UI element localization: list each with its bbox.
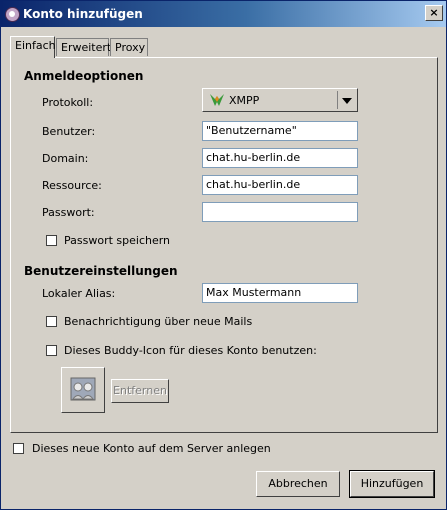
protocol-value: XMPP	[229, 94, 260, 107]
resource-label: Ressource:	[42, 179, 102, 192]
alias-label: Lokaler Alias:	[42, 287, 116, 300]
save-password-checkbox[interactable]	[46, 235, 57, 246]
close-button[interactable]: ×	[425, 5, 443, 21]
xmpp-icon	[210, 94, 224, 106]
buddy-icon-label: Dieses Buddy-Icon für dieses Konto benut…	[64, 344, 317, 357]
window-title: Konto hinzufügen	[23, 7, 143, 21]
title-bar: Konto hinzufügen ×	[1, 1, 446, 27]
register-account-label: Dieses neue Konto auf dem Server anlegen	[32, 442, 271, 455]
remove-icon-button[interactable]: Entfernen	[111, 379, 169, 403]
tab-einfach[interactable]: Einfach	[10, 36, 56, 58]
user-label: Benutzer:	[42, 125, 96, 138]
save-password-label: Passwort speichern	[64, 234, 171, 247]
login-options-heading: Anmeldeoptionen	[24, 69, 144, 83]
user-input[interactable]: "Benutzername"	[202, 121, 358, 141]
buddy-icon-button[interactable]	[61, 367, 105, 413]
password-input[interactable]	[202, 202, 358, 222]
cancel-button[interactable]: Abbrechen	[256, 471, 340, 497]
resource-input[interactable]: chat.hu-berlin.de	[202, 175, 358, 195]
alias-input[interactable]: Max Mustermann	[202, 283, 358, 303]
protocol-label: Protokoll:	[42, 96, 94, 109]
domain-label: Domain:	[42, 152, 89, 165]
add-button[interactable]: Hinzufügen	[349, 470, 435, 498]
password-label: Passwort:	[42, 206, 95, 219]
chevron-down-icon[interactable]	[337, 91, 355, 109]
notify-mail-label: Benachrichtigung über neue Mails	[64, 315, 253, 328]
domain-input[interactable]: chat.hu-berlin.de	[202, 148, 358, 168]
user-settings-heading: Benutzereinstellungen	[24, 264, 178, 278]
buddy-icon-checkbox[interactable]	[46, 345, 57, 356]
buddy-icon	[70, 377, 96, 401]
register-account-checkbox[interactable]	[13, 443, 24, 454]
protocol-select[interactable]: XMPP	[202, 88, 358, 112]
pidgin-icon	[5, 7, 20, 22]
tab-proxy[interactable]: Proxy	[110, 38, 148, 56]
add-account-window: Konto hinzufügen × Einfach Erweitert Pro…	[0, 0, 447, 510]
tab-erweitert[interactable]: Erweitert	[56, 38, 111, 56]
notify-mail-checkbox[interactable]	[46, 316, 57, 327]
